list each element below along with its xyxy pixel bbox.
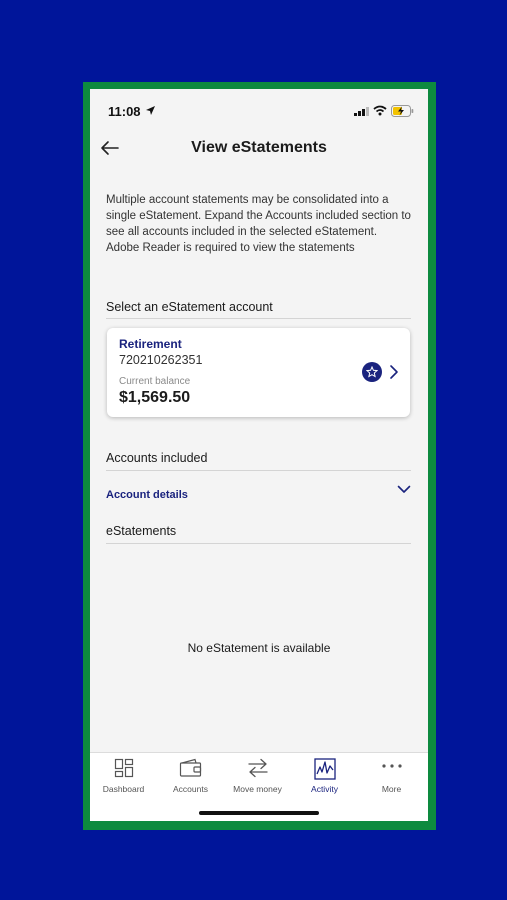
estatements-heading: eStatements	[106, 524, 177, 538]
tab-accounts[interactable]: Accounts	[157, 753, 224, 803]
tab-label: More	[381, 784, 402, 794]
tab-move-money[interactable]: Move money	[224, 753, 291, 803]
tab-bar: Dashboard Accounts Move money Activity M…	[90, 752, 428, 821]
account-details-label: Account details	[106, 489, 188, 501]
divider	[106, 318, 411, 319]
tab-label: Move money	[233, 784, 282, 794]
wifi-icon	[373, 105, 387, 116]
tab-label: Dashboard	[102, 784, 145, 794]
divider	[106, 543, 411, 544]
tab-activity[interactable]: Activity	[291, 753, 358, 803]
home-indicator	[199, 811, 319, 815]
page-title: View eStatements	[191, 139, 327, 156]
select-account-heading: Select an eStatement account	[106, 300, 273, 314]
chevron-down-icon	[397, 485, 411, 493]
status-time: 11:08	[108, 104, 141, 119]
account-details-toggle[interactable]: Account details	[106, 485, 411, 501]
status-bar: 11:08	[90, 89, 428, 133]
intro-text: Multiple account statements may be conso…	[106, 194, 411, 254]
account-name: Retirement	[119, 337, 182, 351]
empty-state-message: No eStatement is available	[187, 641, 331, 655]
tab-label: Accounts	[173, 784, 208, 794]
cellular-signal-icon	[354, 107, 369, 116]
transfer-icon	[247, 758, 268, 778]
battery-charging-icon	[391, 105, 414, 117]
wallet-icon	[179, 758, 201, 777]
nav-bar: View eStatements	[90, 133, 428, 165]
location-arrow-icon	[146, 106, 155, 115]
account-card[interactable]: Retirement 720210262351 Current balance …	[107, 328, 410, 417]
accounts-included-heading: Accounts included	[106, 451, 208, 465]
star-icon	[362, 362, 382, 382]
divider	[106, 470, 411, 471]
tab-more[interactable]: More	[358, 753, 425, 803]
chevron-right-icon[interactable]	[389, 364, 399, 380]
dashboard-icon	[114, 758, 133, 778]
activity-icon	[313, 758, 336, 780]
account-number: 720210262351	[119, 353, 203, 367]
balance-label: Current balance	[119, 376, 191, 387]
more-icon	[381, 764, 402, 768]
app-screen: 11:08 View eStatements Multiple account …	[90, 89, 428, 821]
tab-dashboard[interactable]: Dashboard	[90, 753, 157, 803]
balance-value: $1,569.50	[119, 389, 191, 406]
tab-label: Activity	[311, 784, 338, 794]
